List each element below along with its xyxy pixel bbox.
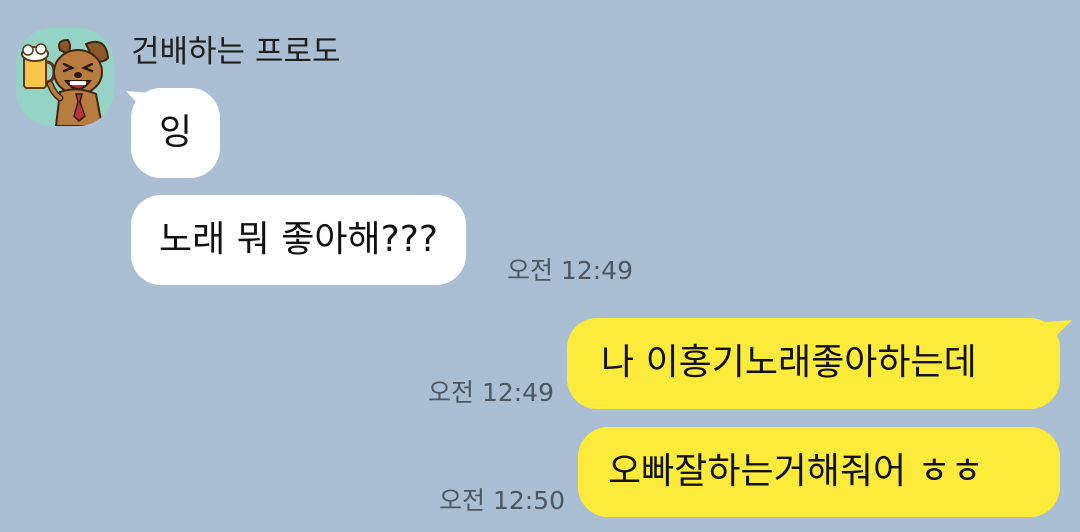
message-time: 오전 12:50	[439, 486, 565, 515]
message-bubble-incoming[interactable]: 잉	[131, 88, 221, 178]
message-bubble-incoming[interactable]: 노래 뭐 좋아해???	[131, 195, 466, 285]
message-bubble-outgoing[interactable]: 나 이홍기노래좋아하는데	[567, 318, 1060, 409]
message-text: 잉	[159, 112, 193, 153]
message-time: 오전 12:49	[428, 378, 554, 407]
message-time: 오전 12:49	[507, 256, 633, 285]
message-bubble-outgoing[interactable]: 오빠잘하는거해줘어 ㅎㅎ	[578, 427, 1060, 517]
frodo-cheers-beer-icon	[21, 38, 110, 126]
message-text: 노래 뭐 좋아해???	[159, 219, 438, 260]
sender-name: 건배하는 프로도	[131, 34, 341, 70]
message-text: 나 이홍기노래좋아하는데	[601, 342, 977, 383]
message-text: 오빠잘하는거해줘어 ㅎㅎ	[608, 451, 984, 492]
sender-avatar[interactable]	[16, 28, 114, 126]
